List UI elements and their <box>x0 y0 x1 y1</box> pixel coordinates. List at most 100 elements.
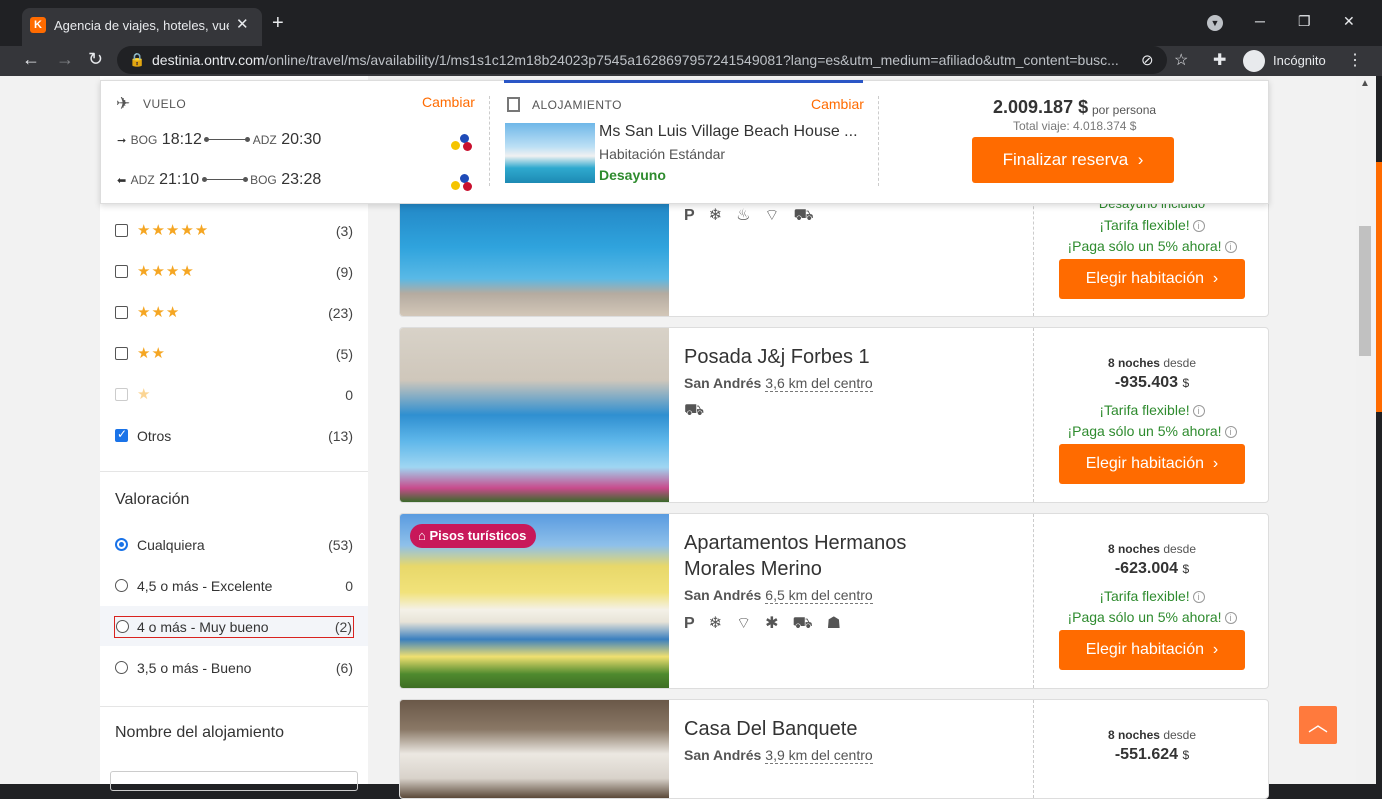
scroll-up-icon[interactable]: ▲ <box>1360 78 1370 89</box>
airplane-icon: ✈ <box>116 94 131 113</box>
hotel-photo[interactable] <box>400 191 669 316</box>
new-tab-icon[interactable]: + <box>272 12 284 35</box>
hotel-title[interactable]: Casa Del Banquete <box>684 716 857 742</box>
filter-count: (13) <box>328 428 353 444</box>
tab-search-icon[interactable]: ▼ <box>1207 15 1223 31</box>
radio[interactable] <box>115 579 128 592</box>
forward-icon[interactable]: → <box>56 49 74 70</box>
minimize-icon[interactable]: ─ <box>1255 13 1265 29</box>
menu-icon[interactable]: ⋮ <box>1347 50 1363 70</box>
hotel-photo[interactable] <box>400 328 669 502</box>
three-stars-icon: ★★★ <box>137 304 181 321</box>
filter-3-stars[interactable]: ★★★ (23) <box>115 303 353 323</box>
arrival-time: 23:28 <box>281 171 322 188</box>
checkbox[interactable] <box>115 306 128 319</box>
toolbar: ← → ↻ 🔒 destinia.ontrv.com/online/travel/… <box>0 46 1382 76</box>
radio[interactable] <box>115 661 128 674</box>
divider <box>100 706 368 707</box>
home-icon: ⌂ <box>418 528 426 543</box>
badge-label: Pisos turísticos <box>429 528 527 543</box>
hotel-thumbnail[interactable] <box>505 123 595 183</box>
info-icon[interactable]: i <box>1224 612 1237 625</box>
rating-section-title: Valoración <box>115 491 190 508</box>
incognito-label: Incógnito <box>1273 53 1326 68</box>
flexible-rate: ¡Tarifa flexible! i <box>1034 217 1268 233</box>
distance[interactable]: 3,9 km del centro <box>765 747 873 764</box>
city: San Andrés <box>684 747 762 763</box>
button-label: Elegir habitación <box>1085 270 1205 287</box>
departure-time: 18:12 <box>161 131 202 148</box>
info-icon[interactable]: i <box>1224 426 1237 439</box>
hotel-card: Casa Del Banquete San Andrés 3,9 km del c… <box>399 699 1269 799</box>
choose-room-button[interactable]: Elegir habitación › <box>1059 444 1245 484</box>
radio[interactable] <box>116 620 129 633</box>
flexible-text: ¡Tarifa flexible! <box>1099 588 1190 604</box>
destination-code: BOG <box>250 173 277 187</box>
flight-label: VUELO <box>143 97 187 111</box>
amenities-icons: P❄⌔✱⛟☗ <box>684 615 855 632</box>
hotel-name[interactable]: Ms San Luis Village Beach House ... <box>599 123 858 141</box>
price-column: Desayuno incluido ¡Tarifa flexible!i ¡Pa… <box>1033 191 1268 316</box>
info-icon[interactable]: i <box>1192 405 1205 418</box>
name-search-input[interactable] <box>110 771 358 791</box>
price-column: 8 noches desde -935.403 $ ¡Tarifa flexib… <box>1033 328 1268 502</box>
radio-selected[interactable] <box>115 538 128 551</box>
amenities-icons: ⛟ <box>684 402 719 419</box>
booking-summary: ✈ VUELO Cambiar ➞ BOG 18:12 ADZ 20:30 ⬅ … <box>100 80 1269 204</box>
checkbox-checked[interactable] <box>115 427 128 442</box>
finish-booking-button[interactable]: Finalizar reserva › <box>972 137 1174 183</box>
back-to-top-button[interactable]: ︿ <box>1299 706 1337 744</box>
close-tab-icon[interactable]: ✕ <box>236 15 249 33</box>
outbound-flight: ➞ BOG 18:12 ADZ 20:30 <box>117 131 477 153</box>
distance[interactable]: 6,5 km del centro <box>765 587 873 604</box>
info-icon[interactable]: i <box>1192 591 1205 604</box>
divider <box>878 96 879 186</box>
reload-icon[interactable]: ↻ <box>88 49 103 70</box>
filter-5-stars[interactable]: ★★★★★ (3) <box>115 221 353 241</box>
close-window-icon[interactable]: ✕ <box>1343 13 1355 30</box>
rating-excellent[interactable]: 4,5 o más - Excelente 0 <box>115 576 353 596</box>
rating-very-good[interactable]: 4 o más - Muy bueno (2) <box>114 616 354 638</box>
filter-1-star: ★ 0 <box>115 385 353 405</box>
lodging-label: ALOJAMIENTO <box>532 98 622 112</box>
price-value: -551.624 <box>1114 746 1179 763</box>
choose-room-button[interactable]: Elegir habitación › <box>1059 630 1245 670</box>
scrollbar[interactable]: ▲ <box>1356 76 1376 784</box>
maximize-icon[interactable]: ❐ <box>1298 13 1311 30</box>
hotel-title[interactable]: Posada J&j Forbes 1 <box>684 344 870 370</box>
filter-count: (23) <box>328 305 353 321</box>
checkbox[interactable] <box>115 347 128 360</box>
price: -935.403 $ <box>1034 374 1268 392</box>
incognito-icon[interactable] <box>1243 50 1265 72</box>
checkbox[interactable] <box>115 224 128 237</box>
browser-tab[interactable]: K Agencia de viajes, hoteles, vuelos ✕ <box>22 8 262 46</box>
info-icon[interactable]: i <box>1192 220 1205 233</box>
scroll-thumb[interactable] <box>1359 226 1371 356</box>
airline-logo-icon <box>451 133 475 153</box>
extensions-icon[interactable]: ✚ <box>1213 50 1226 70</box>
rating-count: (2) <box>334 619 352 635</box>
eye-off-icon[interactable]: ⊘ <box>1141 51 1154 69</box>
checkbox[interactable] <box>115 265 128 278</box>
filter-count: (3) <box>335 223 353 239</box>
hotel-title[interactable]: Apartamentos Hermanos Morales Merino <box>684 530 964 582</box>
price-column: 8 noches desde -623.004 $ ¡Tarifa flexib… <box>1033 514 1268 688</box>
hotel-photo[interactable] <box>400 700 669 798</box>
url-path: /online/travel/ms/availability/1/ms1s1c1… <box>264 52 1119 68</box>
star-bookmark-icon[interactable]: ☆ <box>1174 50 1188 70</box>
change-flight-link[interactable]: Cambiar <box>422 94 475 110</box>
filter-2-stars[interactable]: ★★ (5) <box>115 344 353 364</box>
rating-any[interactable]: Cualquiera (53) <box>115 535 353 555</box>
change-lodging-link[interactable]: Cambiar <box>811 96 864 112</box>
hotel-card: ⌂ Pisos turísticos Apartamentos Hermanos… <box>399 513 1269 689</box>
info-icon[interactable]: i <box>1224 241 1237 254</box>
distance[interactable]: 3,6 km del centro <box>765 375 873 392</box>
choose-room-button[interactable]: Elegir habitación › <box>1059 259 1245 299</box>
room-type: Habitación Estándar <box>599 146 726 162</box>
back-icon[interactable]: ← <box>22 49 40 70</box>
filter-otros[interactable]: Otros (13) <box>115 426 353 446</box>
rating-good[interactable]: 3,5 o más - Bueno (6) <box>115 658 353 678</box>
arrow-right-icon: ➞ <box>117 135 127 147</box>
filter-4-stars[interactable]: ★★★★ (9) <box>115 262 353 282</box>
address-bar[interactable]: 🔒 destinia.ontrv.com/online/travel/ms/ava… <box>117 46 1167 74</box>
